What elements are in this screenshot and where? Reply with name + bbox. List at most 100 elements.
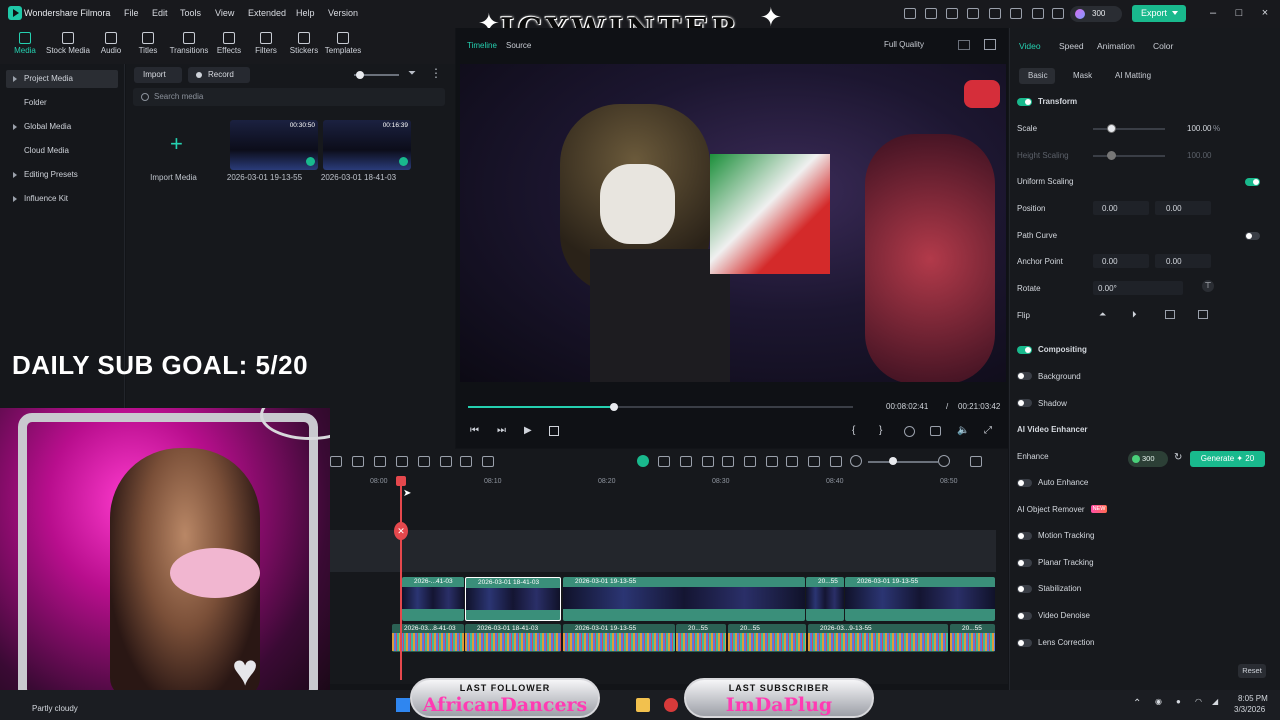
- more-icon[interactable]: ⋮: [430, 66, 442, 80]
- tab-speed[interactable]: Speed: [1059, 41, 1084, 51]
- replace-icon[interactable]: [830, 456, 842, 467]
- uniform-scaling-toggle[interactable]: [1245, 178, 1260, 186]
- path-curve-toggle[interactable]: [1245, 232, 1260, 240]
- snapshot-icon[interactable]: [930, 426, 941, 436]
- save-icon[interactable]: [989, 8, 1001, 19]
- trim-icon[interactable]: [418, 456, 430, 467]
- planar-tracking-toggle[interactable]: [1017, 559, 1032, 567]
- menu-file[interactable]: File: [124, 8, 139, 18]
- close-icon[interactable]: ×: [1258, 6, 1272, 20]
- image-icon[interactable]: [984, 39, 996, 50]
- shadow-toggle[interactable]: [1017, 399, 1032, 407]
- rotate-left-icon[interactable]: [1165, 310, 1175, 319]
- keyframe-icon[interactable]: [482, 456, 494, 467]
- mixer-icon[interactable]: [786, 456, 798, 467]
- account-icon[interactable]: [1052, 8, 1064, 19]
- clock-date[interactable]: 3/3/2026: [1234, 705, 1265, 714]
- bulb-icon[interactable]: [946, 8, 958, 19]
- marker-icon[interactable]: [702, 456, 714, 467]
- generate-button[interactable]: Generate ✦ 20: [1190, 451, 1265, 467]
- section-compositing[interactable]: Compositing: [1038, 345, 1087, 354]
- flip-horizontal-icon[interactable]: ⏵: [1132, 309, 1137, 320]
- section-planar-tracking[interactable]: Planar Tracking: [1038, 558, 1094, 567]
- menu-edit[interactable]: Edit: [152, 8, 168, 18]
- zoom-knob[interactable]: [889, 457, 897, 465]
- menu-view[interactable]: View: [215, 8, 234, 18]
- shield-icon[interactable]: [722, 456, 734, 467]
- plus-icon[interactable]: +: [170, 133, 183, 155]
- audio-clip[interactable]: 2026-03...9-13-55: [808, 624, 948, 652]
- split-icon[interactable]: [330, 456, 342, 467]
- sidebar-item-global-media[interactable]: Global Media: [6, 118, 118, 136]
- subtab-basic[interactable]: Basic: [1019, 68, 1055, 84]
- import-button[interactable]: Import: [134, 67, 182, 83]
- tab-templates[interactable]: Templates: [320, 28, 366, 64]
- search-input[interactable]: Search media: [133, 88, 445, 106]
- play-icon[interactable]: ▶: [524, 425, 532, 436]
- tab-video[interactable]: Video: [1019, 41, 1041, 51]
- menu-version[interactable]: Version: [328, 8, 358, 18]
- sidebar-item-project-media[interactable]: Project Media: [6, 70, 118, 88]
- compositing-toggle[interactable]: [1017, 346, 1032, 354]
- zoom-icon[interactable]: [352, 456, 364, 467]
- chevron-up-icon[interactable]: ⌃: [1133, 698, 1141, 709]
- minimize-icon[interactable]: –: [1206, 6, 1220, 20]
- zoom-slider[interactable]: [868, 461, 938, 463]
- tab-timeline[interactable]: Timeline: [467, 41, 497, 50]
- settings-icon[interactable]: [1032, 8, 1044, 19]
- mic-tray-icon[interactable]: ●: [1176, 697, 1181, 706]
- reset-button[interactable]: Reset: [1238, 664, 1266, 678]
- sidebar-item-editing-presets[interactable]: Editing Presets: [6, 166, 118, 184]
- position-y-field[interactable]: [1155, 201, 1211, 215]
- rotate-dial-icon[interactable]: ⊤: [1202, 280, 1214, 292]
- speaker-icon[interactable]: ◢: [1212, 697, 1218, 706]
- fullscreen-icon[interactable]: ⤢: [984, 425, 992, 436]
- stabilization-toggle[interactable]: [1017, 585, 1032, 593]
- sidebar-item-cloud-media[interactable]: Cloud Media: [6, 142, 118, 160]
- clock-time[interactable]: 8:05 PM: [1238, 694, 1268, 703]
- playhead-handle[interactable]: [396, 476, 406, 486]
- denoise-toggle[interactable]: [1017, 612, 1032, 620]
- transform-toggle[interactable]: [1017, 98, 1032, 106]
- audio-clip[interactable]: 2026-03-01 18-41-03: [465, 624, 561, 652]
- ai-tool-icon[interactable]: [637, 455, 649, 467]
- mark-out-icon[interactable]: }: [879, 425, 882, 436]
- section-object-remover[interactable]: AI Object Remover: [1017, 505, 1085, 514]
- section-motion-tracking[interactable]: Motion Tracking: [1038, 531, 1094, 540]
- playhead[interactable]: [400, 484, 402, 680]
- tab-animation[interactable]: Animation: [1097, 41, 1135, 51]
- section-denoise[interactable]: Video Denoise: [1038, 611, 1090, 620]
- rotate-right-icon[interactable]: [1198, 310, 1208, 319]
- cloud-icon[interactable]: [1010, 8, 1022, 19]
- send-icon[interactable]: [925, 8, 937, 19]
- auto-enhance-toggle[interactable]: [1017, 479, 1032, 487]
- mask-icon[interactable]: [440, 456, 452, 467]
- split-marker-icon[interactable]: ✕: [394, 522, 408, 540]
- section-shadow[interactable]: Shadow: [1038, 399, 1067, 408]
- section-lens-correction[interactable]: Lens Correction: [1038, 638, 1094, 647]
- speed-icon[interactable]: [396, 456, 408, 467]
- snap-icon[interactable]: [658, 456, 670, 467]
- video-clip[interactable]: 20...55: [806, 577, 844, 621]
- section-auto-enhance[interactable]: Auto Enhance: [1038, 478, 1088, 487]
- audio-clip[interactable]: 2026-03-01 19-13-55: [563, 624, 675, 652]
- menu-tools[interactable]: Tools: [180, 8, 201, 18]
- grid-icon[interactable]: [958, 40, 970, 50]
- color-icon[interactable]: [460, 456, 472, 467]
- tab-stock-media[interactable]: Stock Media: [45, 28, 91, 64]
- media-thumbnail[interactable]: 00:30:50: [230, 120, 318, 170]
- render-preview-icon[interactable]: [808, 456, 820, 467]
- background-toggle[interactable]: [1017, 372, 1032, 380]
- tab-media[interactable]: Media: [2, 28, 48, 64]
- zoom-in-icon[interactable]: [938, 455, 950, 467]
- windows-icon[interactable]: [396, 698, 410, 712]
- stop-icon[interactable]: [549, 426, 559, 436]
- menu-help[interactable]: Help: [296, 8, 315, 18]
- wifi-icon[interactable]: ◠: [1195, 697, 1202, 706]
- scale-knob[interactable]: [1107, 124, 1116, 133]
- scale-slider[interactable]: [1093, 128, 1165, 130]
- slider-knob[interactable]: [356, 71, 364, 79]
- layout-grid-icon[interactable]: [970, 456, 982, 467]
- render-icon[interactable]: [904, 426, 915, 437]
- lens-correction-toggle[interactable]: [1017, 639, 1032, 647]
